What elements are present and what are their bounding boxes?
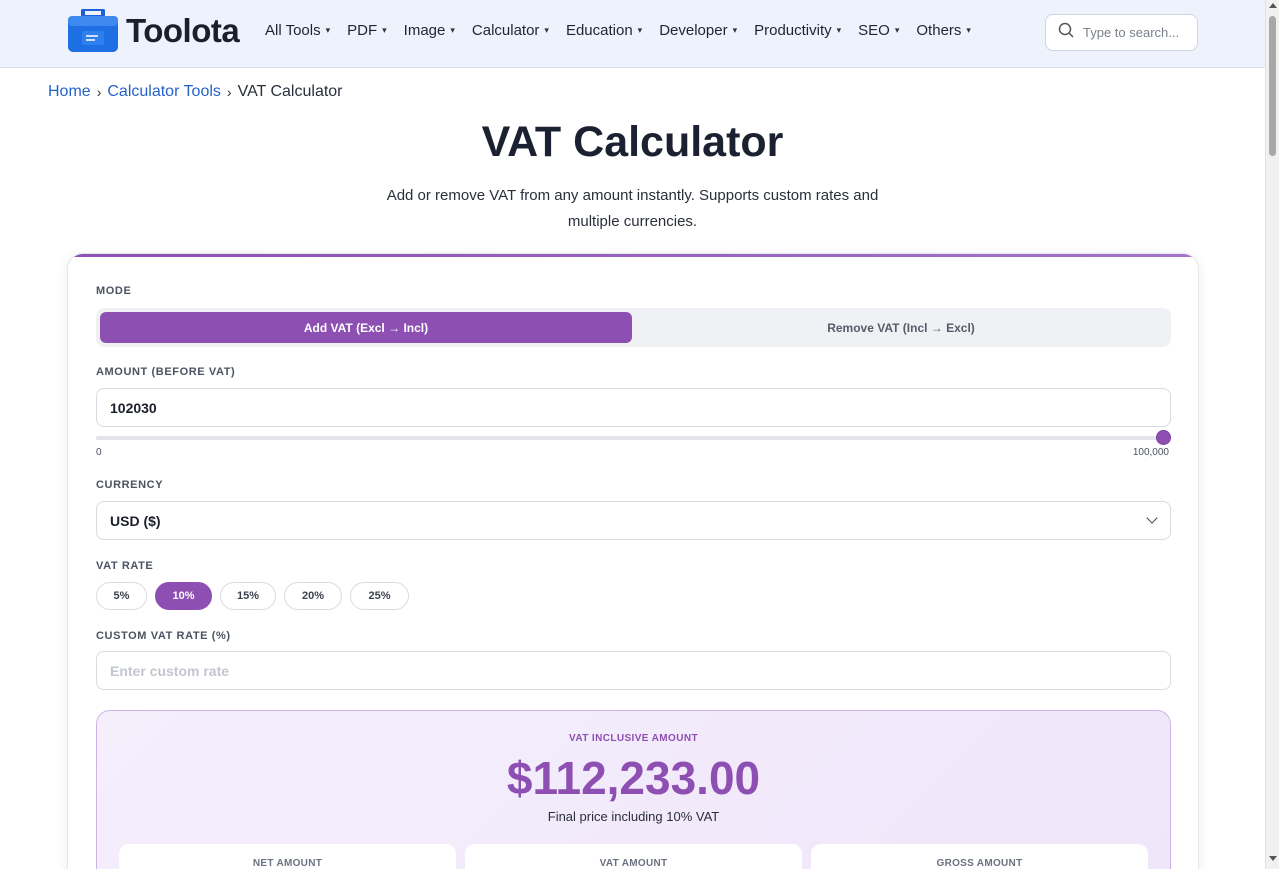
custom-rate-label: CUSTOM VAT RATE (%) xyxy=(96,630,231,642)
nav-productivity[interactable]: Productivity ▾ xyxy=(754,22,841,39)
breadcrumb-calculator-tools[interactable]: Calculator Tools xyxy=(107,83,221,101)
amount-slider-fill xyxy=(96,436,1163,440)
net-amount-label: NET AMOUNT xyxy=(252,858,323,869)
caret-down-icon: ▾ xyxy=(966,25,971,35)
caret-down-icon: ▾ xyxy=(732,25,738,35)
nav-image[interactable]: Image ▾ xyxy=(404,22,455,39)
vat-rate-options: 5% 10% 15% 20% 25% xyxy=(96,582,409,610)
currency-select[interactable]: USD ($) xyxy=(96,501,1171,540)
page-title: VAT Calculator xyxy=(481,118,784,166)
search-input[interactable] xyxy=(1083,25,1193,40)
logo-text: Toolota xyxy=(126,11,240,49)
toolbox-logo-icon xyxy=(68,7,118,52)
mode-label: MODE xyxy=(96,285,132,297)
currency-value: USD ($) xyxy=(110,512,161,529)
calculator-card: MODE Add VAT (Excl → Incl) Remove VAT (I… xyxy=(67,253,1199,869)
nav-developer[interactable]: Developer ▾ xyxy=(659,22,737,39)
caret-down-icon: ▾ xyxy=(637,25,643,35)
amount-slider-thumb[interactable] xyxy=(1156,430,1171,445)
caret-down-icon: ▾ xyxy=(894,25,900,35)
vat-rate-label: VAT RATE xyxy=(96,560,154,572)
nav-others[interactable]: Others ▾ xyxy=(916,22,971,39)
currency-label: CURRENCY xyxy=(96,479,164,491)
amount-label: AMOUNT (BEFORE VAT) xyxy=(96,366,236,378)
amount-input[interactable]: 102030 xyxy=(96,388,1171,427)
custom-rate-input[interactable]: Enter custom rate xyxy=(96,651,1171,690)
remove-vat-button[interactable]: Remove VAT (Incl → Excl) xyxy=(636,312,1166,343)
nav-label: SEO xyxy=(858,22,890,39)
gross-amount-label: GROSS AMOUNT xyxy=(936,858,1023,869)
mode-toggle: Add VAT (Excl → Incl) Remove VAT (Incl →… xyxy=(96,308,1171,347)
result-panel: VAT INCLUSIVE AMOUNT $112,233.00 Final p… xyxy=(96,710,1171,869)
vat-amount-label: VAT AMOUNT xyxy=(599,858,668,869)
nav-label: Image xyxy=(403,22,446,39)
vat-amount-card: VAT AMOUNT xyxy=(465,844,802,869)
result-label: VAT INCLUSIVE AMOUNT xyxy=(569,733,698,744)
site-header: Toolota All Tools ▾ PDF ▾ Image ▾ Calculato… xyxy=(0,0,1265,68)
rate-option-20[interactable]: 20% xyxy=(284,582,342,610)
nav-label: Productivity xyxy=(754,22,832,39)
add-vat-button[interactable]: Add VAT (Excl → Incl) xyxy=(100,312,632,343)
rate-option-5[interactable]: 5% xyxy=(96,582,147,610)
amount-slider-track[interactable] xyxy=(96,436,1163,440)
nav-seo[interactable]: SEO ▾ xyxy=(858,22,899,39)
net-amount-card: NET AMOUNT xyxy=(119,844,456,869)
breadcrumb-current: VAT Calculator xyxy=(237,83,343,100)
caret-down-icon: ▾ xyxy=(544,25,549,35)
nav-pdf[interactable]: PDF ▾ xyxy=(347,22,387,39)
result-value: $112,233.00 xyxy=(506,752,761,804)
chevron-right-icon: › xyxy=(96,84,102,100)
logo[interactable]: Toolota xyxy=(68,7,240,52)
rate-option-25[interactable]: 25% xyxy=(350,582,409,610)
scroll-thumb[interactable] xyxy=(1269,16,1276,156)
nav-label: Others xyxy=(916,22,962,39)
scrollbar[interactable] xyxy=(1265,0,1279,869)
nav-label: Education xyxy=(565,22,633,39)
result-description: Final price including 10% VAT xyxy=(547,809,720,824)
rate-option-15[interactable]: 15% xyxy=(220,582,276,610)
slider-min-label: 0 xyxy=(96,447,102,458)
search-icon xyxy=(1058,22,1074,43)
nav-label: Developer xyxy=(659,22,728,39)
nav-label: PDF xyxy=(347,22,378,39)
caret-down-icon: ▾ xyxy=(382,25,387,35)
main-nav: All Tools ▾ PDF ▾ Image ▾ Calculator ▾ Educa… xyxy=(265,22,988,39)
card-accent-bar xyxy=(68,254,1198,257)
search-box[interactable] xyxy=(1045,14,1198,51)
nav-label: Calculator xyxy=(471,22,540,39)
breadcrumb: Home › Calculator Tools › VAT Calculator xyxy=(48,83,343,101)
nav-label: All Tools xyxy=(265,22,321,39)
scroll-up-arrow-icon[interactable] xyxy=(1269,3,1277,8)
breadcrumb-home[interactable]: Home xyxy=(48,83,91,101)
page-subtitle: Add or remove VAT from any amount instan… xyxy=(386,187,879,230)
rate-option-10[interactable]: 10% xyxy=(155,582,212,610)
nav-all-tools[interactable]: All Tools ▾ xyxy=(265,22,330,39)
caret-down-icon: ▾ xyxy=(450,25,455,35)
gross-amount-card: GROSS AMOUNT xyxy=(811,844,1148,869)
caret-down-icon: ▾ xyxy=(325,25,331,35)
chevron-down-icon xyxy=(1146,512,1158,524)
chevron-right-icon: › xyxy=(226,84,232,100)
slider-max-label: 100,000 xyxy=(1132,447,1169,458)
caret-down-icon: ▾ xyxy=(836,25,842,35)
nav-calculator[interactable]: Calculator ▾ xyxy=(472,22,549,39)
scroll-down-arrow-icon[interactable] xyxy=(1269,856,1277,861)
nav-education[interactable]: Education ▾ xyxy=(566,22,642,39)
